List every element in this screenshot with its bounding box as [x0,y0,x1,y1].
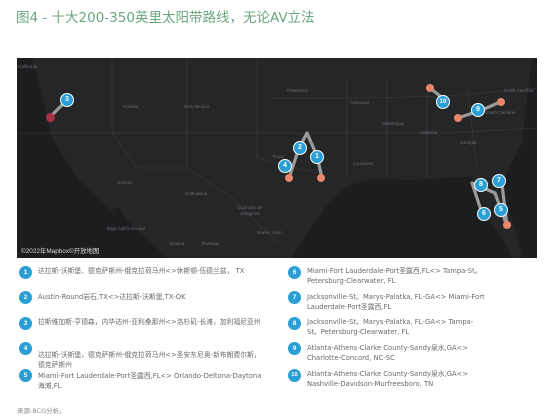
map-marker-9[interactable]: 9 [471,103,485,117]
map-marker-7[interactable]: 7 [492,174,506,188]
route-lines [48,86,509,228]
map-marker-4[interactable]: 4 [278,159,292,173]
legend-text-2: Austin-Round岩石,TX<>达拉斯-沃斯堡,TX-OK [38,293,186,301]
legend-text-9: Atlanta-Athens-Clarke County-Sandy泉水,GA<… [307,344,469,362]
figure-title: 图4 - 十大200-350英里太阳带路线，无论AV立法 [16,10,315,26]
legend-badge-2: 2 [19,291,32,304]
legend-text-3: 拉斯维加斯-亨德森，内华达州-亚利桑那州<>洛杉矶-长滩，加利福尼亚州 [38,318,261,326]
legend-badge-8: 8 [288,317,301,330]
endpoint-los-angeles[interactable] [46,113,55,122]
legend-badge-10: 10 [288,369,301,382]
endpoint-charlotte[interactable] [497,98,505,106]
endpoint-miami[interactable] [503,221,511,229]
map-marker-5[interactable]: 5 [494,203,508,217]
map-marker-10[interactable]: 10 [436,95,450,109]
endpoint-houston[interactable] [317,174,325,182]
legend-text-7: Jacksonville-St。Marys-Palatka, FL-GA<> M… [307,293,485,311]
legend-text-1: 达拉斯-沃斯堡、德克萨斯州-俄克拉荷马州<>休斯顿-伍德兰兹， TX [38,267,245,275]
legend-badge-3: 3 [19,317,32,330]
legend-text-5: Miami-Fort Lauderdale-Port圣露西,FL<> Orlan… [38,372,262,390]
map-marker-8[interactable]: 8 [474,178,488,192]
legend-text-10: Atlanta-Athens-Clarke County-Sandy泉水,GA<… [307,370,469,388]
endpoint-atlanta[interactable] [454,114,462,122]
legend-text-6: Miami-Fort Lauderdale-Port圣露西,FL<> Tampa… [307,267,482,285]
legend-badge-7: 7 [288,291,301,304]
endpoint-nashville[interactable] [426,84,434,92]
legend-badge-5: 5 [19,369,32,382]
endpoint-san-antonio[interactable] [285,174,293,182]
legend-badge-9: 9 [288,342,301,355]
map-marker-2[interactable]: 2 [293,141,307,155]
legend-text-8: Jacksonville-St。Marys-Palatka, FL-GA<> T… [307,318,474,336]
legend-badge-6: 6 [288,266,301,279]
legend-badge-1: 1 [19,266,32,279]
map-credit[interactable]: ©2022年Mapbox©开放地图 [21,246,99,255]
route-map[interactable]: Oklahoma Arkansas Mississippi Alabama Ge… [17,58,537,258]
map-marker-3[interactable]: 3 [60,93,74,107]
map-marker-1[interactable]: 1 [310,150,324,164]
map-marker-6[interactable]: 6 [477,207,491,221]
source-note: 来源:BCG分析。 [17,407,66,415]
legend-badge-4: 4 [19,342,32,355]
legend-text-4: 达拉斯-沃斯堡，德克萨斯州-俄克拉荷马州<>圣安东尼奥-新布朗费尔斯，德克萨斯州 [38,351,261,369]
